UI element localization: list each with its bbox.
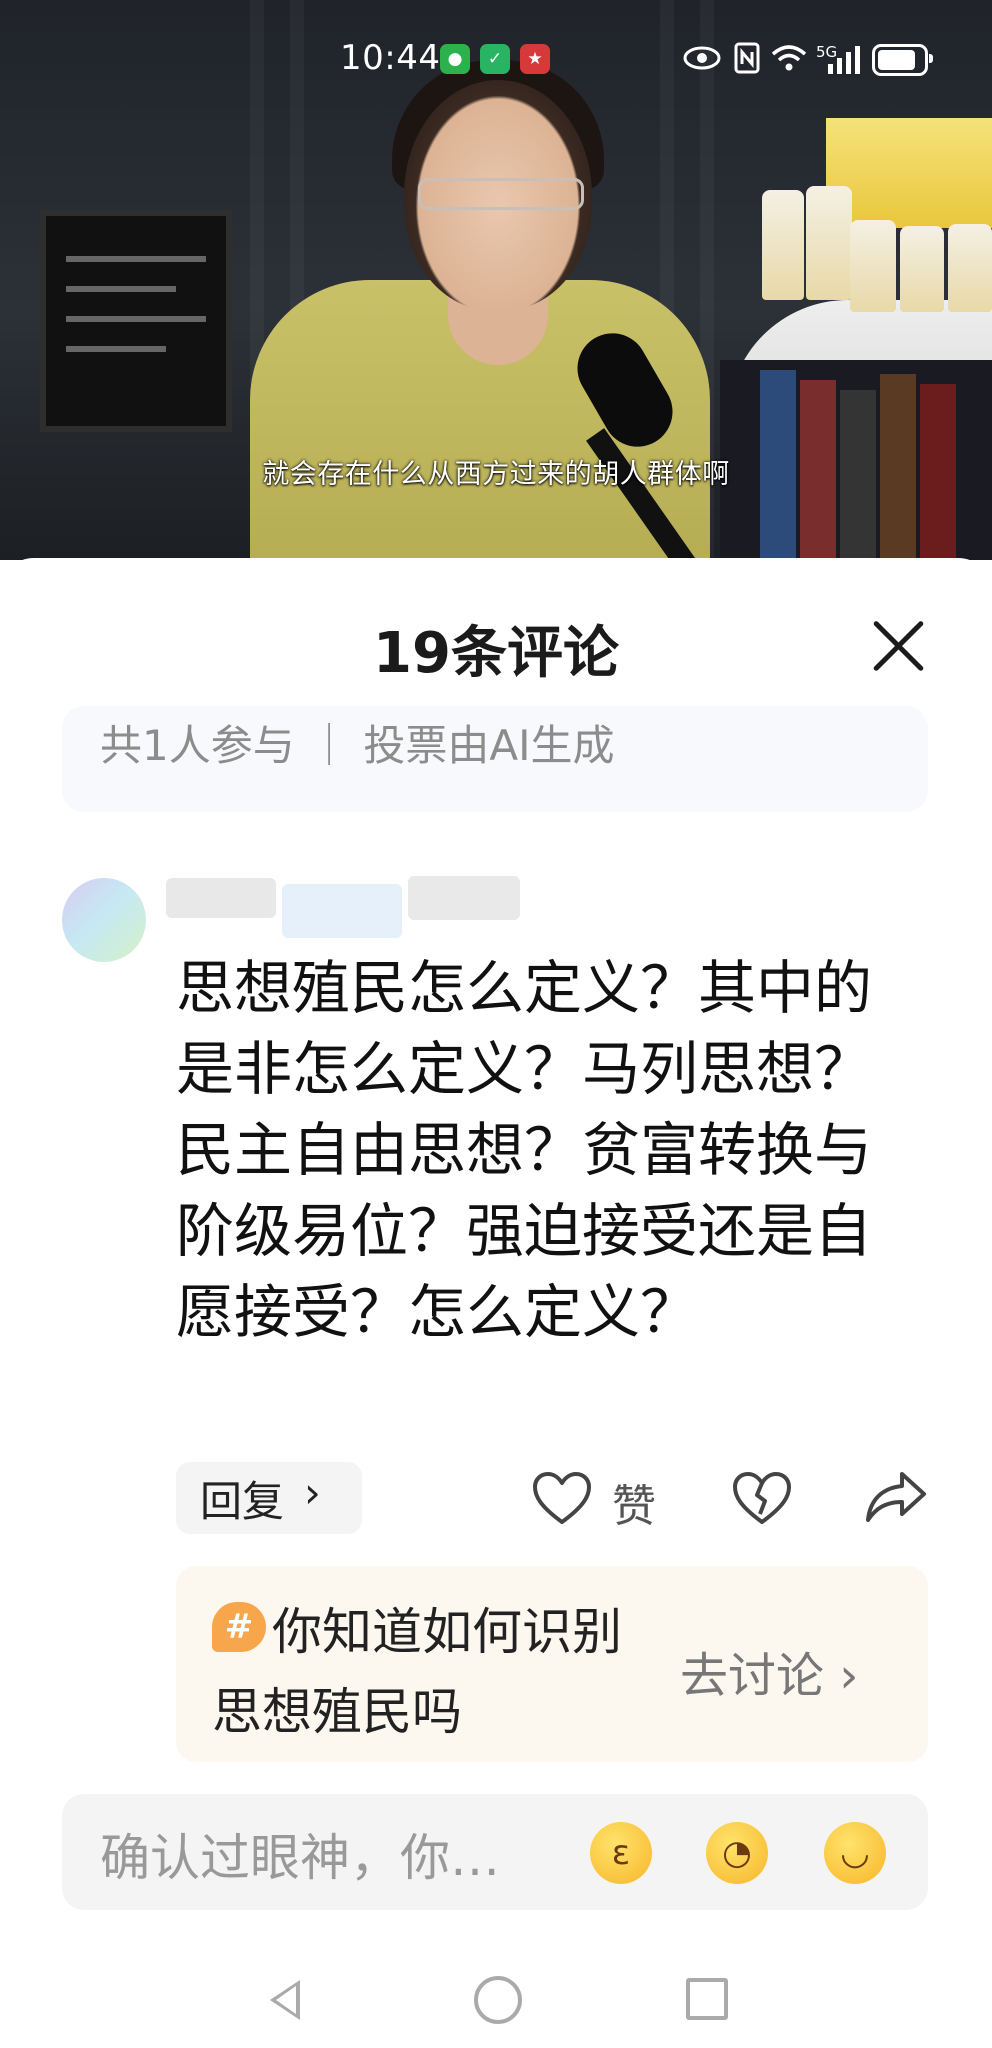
nfc-icon bbox=[734, 42, 760, 74]
signal-icon bbox=[828, 46, 860, 74]
share-icon[interactable] bbox=[864, 1466, 928, 1526]
smiling-emoji-icon[interactable]: ◡ bbox=[824, 1822, 886, 1884]
wechat-icon: ● bbox=[440, 44, 470, 74]
discuss-button[interactable]: 去讨论 › bbox=[680, 1636, 858, 1706]
eye-icon bbox=[683, 46, 721, 70]
picture-frame bbox=[40, 210, 232, 432]
like-label[interactable]: 赞 bbox=[612, 1470, 656, 1534]
sparkle-smirk-emoji-icon[interactable]: ◔ bbox=[706, 1822, 768, 1884]
avatar[interactable] bbox=[62, 878, 146, 962]
news-app-icon: ★ bbox=[520, 44, 550, 74]
blowing-kiss-emoji-icon[interactable]: ε bbox=[590, 1822, 652, 1884]
back-icon-inner bbox=[276, 1986, 296, 2014]
blurred-user-badge bbox=[282, 884, 402, 938]
blurred-user-tag bbox=[408, 876, 520, 920]
battery-icon bbox=[872, 44, 933, 76]
broken-heart-icon[interactable] bbox=[732, 1470, 792, 1528]
status-time: 10:44 bbox=[340, 38, 441, 78]
product-box bbox=[938, 118, 992, 228]
discuss-label: 去讨论 bbox=[680, 1648, 825, 1704]
presenter-glasses bbox=[418, 178, 584, 210]
comment-text: 思想殖民怎么定义？其中的是非怎么定义？马列思想？民主自由思想？贫富转换与阶级易位… bbox=[176, 954, 873, 1346]
status-bar: 10:44 ● ✓ ★ 5G bbox=[0, 0, 992, 118]
chevron-right-icon: › bbox=[304, 1468, 321, 1517]
product-box bbox=[882, 118, 938, 228]
video-subtitle: 就会存在什么从西方过来的胡人群体啊 bbox=[262, 459, 730, 490]
home-icon[interactable] bbox=[474, 1976, 522, 2024]
product-bottle bbox=[900, 226, 944, 312]
reply-label: 回复 bbox=[200, 1477, 285, 1526]
comments-title: 19条评论 bbox=[373, 621, 619, 686]
recents-icon[interactable] bbox=[686, 1978, 728, 2020]
comment-input-placeholder: 确认过眼神，你… bbox=[100, 1829, 500, 1887]
close-icon[interactable] bbox=[870, 618, 926, 674]
blurred-username bbox=[166, 878, 276, 918]
chevron-right-icon: › bbox=[839, 1648, 859, 1704]
topic-text[interactable]: 你知道如何识别思想殖民吗 bbox=[212, 1592, 632, 1752]
product-bottle bbox=[948, 224, 992, 312]
wifi-icon bbox=[771, 45, 807, 71]
product-bottle bbox=[850, 220, 896, 312]
vote-summary-text: 共1人参与 ｜ 投票由AI生成 bbox=[100, 721, 615, 770]
product-bottle bbox=[762, 190, 804, 300]
heart-icon[interactable] bbox=[532, 1470, 592, 1528]
product-bottle bbox=[806, 186, 852, 300]
shield-app-icon: ✓ bbox=[480, 44, 510, 74]
